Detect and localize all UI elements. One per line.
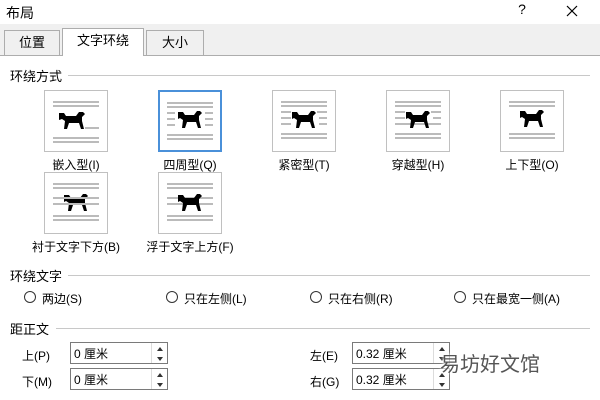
distance-right-label: 右(G) bbox=[310, 375, 340, 389]
title-bar: 布局 ? bbox=[0, 0, 600, 24]
distance-left-spinner bbox=[352, 342, 450, 364]
distance-bottom-spinner bbox=[70, 368, 168, 390]
radio-circle bbox=[454, 291, 466, 303]
distance-bottom-label: 下(M) bbox=[22, 375, 52, 389]
tab-text-wrapping[interactable]: 文字环绕 bbox=[62, 28, 144, 56]
wrap-behind-preview bbox=[44, 172, 108, 234]
distance-bottom-input[interactable] bbox=[71, 369, 151, 389]
wrap-option-top-bottom[interactable]: 上下型(O) bbox=[482, 90, 582, 172]
arrow-down-icon bbox=[157, 357, 163, 361]
close-icon bbox=[566, 5, 578, 17]
wrap-option-through[interactable]: 穿越型(H) bbox=[368, 90, 468, 172]
close-button[interactable] bbox=[560, 0, 584, 22]
dog-in-front-icon bbox=[167, 183, 213, 221]
distance-bottom-decrement[interactable] bbox=[152, 379, 168, 389]
radio-circle bbox=[24, 291, 36, 303]
distance-left-label: 左(E) bbox=[310, 349, 338, 363]
arrow-down-icon bbox=[157, 383, 163, 387]
wrap-tight-preview bbox=[272, 90, 336, 152]
divider bbox=[56, 328, 590, 329]
distance-heading: 距正文 bbox=[10, 322, 50, 337]
tab-size[interactable]: 大小 bbox=[146, 30, 204, 56]
distance-top-decrement[interactable] bbox=[152, 353, 168, 363]
divider bbox=[68, 275, 590, 276]
wrap-option-tight[interactable]: 紧密型(T) bbox=[254, 90, 354, 172]
radio-both-sides-label: 两边(S) bbox=[42, 292, 82, 306]
tab-strip: 位置 文字环绕 大小 bbox=[0, 28, 600, 56]
wrap-square-preview bbox=[158, 90, 222, 152]
wrap-tight-label: 紧密型(T) bbox=[278, 158, 330, 172]
distance-bottom-increment[interactable] bbox=[152, 369, 168, 379]
dog-top-bottom-icon bbox=[509, 101, 555, 139]
tab-position[interactable]: 位置 bbox=[4, 30, 60, 56]
distance-top-spinner bbox=[70, 342, 168, 364]
dog-square-icon bbox=[167, 102, 213, 140]
wrap-style-heading: 环绕方式 bbox=[10, 69, 63, 84]
dog-through-icon bbox=[395, 101, 441, 139]
distance-right-spinner bbox=[352, 368, 450, 390]
wrap-option-square[interactable]: 四周型(Q) bbox=[140, 90, 240, 172]
dog-tight-icon bbox=[281, 101, 327, 139]
radio-left-only-label: 只在左侧(L) bbox=[184, 292, 247, 306]
wrap-top-bottom-label: 上下型(O) bbox=[505, 158, 559, 172]
radio-circle bbox=[166, 291, 178, 303]
distance-right-input[interactable] bbox=[353, 369, 433, 389]
wrap-option-inline[interactable]: 嵌入型(I) bbox=[26, 90, 126, 172]
watermark: 易坊好文馆 bbox=[440, 352, 540, 376]
distance-left-input[interactable] bbox=[353, 343, 433, 363]
dog-inline-icon bbox=[53, 101, 99, 143]
wrap-inline-label: 嵌入型(I) bbox=[52, 158, 100, 172]
spinner-arrows bbox=[151, 369, 167, 389]
distance-top-input[interactable] bbox=[71, 343, 151, 363]
wrap-text-heading: 环绕文字 bbox=[10, 269, 63, 284]
wrap-option-behind-text[interactable]: 衬于文字下方(B) bbox=[26, 172, 126, 254]
radio-largest-side-label: 只在最宽一侧(A) bbox=[472, 292, 560, 306]
distance-top-increment[interactable] bbox=[152, 343, 168, 353]
wrap-through-preview bbox=[386, 90, 450, 152]
help-button[interactable]: ? bbox=[512, 1, 532, 21]
dog-behind-text-icon bbox=[53, 183, 99, 221]
wrap-top-bottom-preview bbox=[500, 90, 564, 152]
spinner-arrows bbox=[151, 343, 167, 363]
distance-top-label: 上(P) bbox=[22, 349, 50, 363]
wrap-inline-preview bbox=[44, 90, 108, 152]
radio-right-only-label: 只在右侧(R) bbox=[328, 292, 393, 306]
wrap-square-label: 四周型(Q) bbox=[163, 158, 217, 172]
wrap-in-front-label: 浮于文字上方(F) bbox=[146, 240, 234, 254]
divider bbox=[68, 75, 590, 76]
radio-circle bbox=[310, 291, 322, 303]
wrap-text-options: 两边(S) 只在左侧(L) 只在右侧(R) 只在最宽一侧(A) bbox=[0, 290, 600, 306]
wrap-in-front-preview bbox=[158, 172, 222, 234]
wrap-option-in-front-of-text[interactable]: 浮于文字上方(F) bbox=[140, 172, 240, 254]
wrap-behind-label: 衬于文字下方(B) bbox=[32, 240, 120, 254]
dialog-title: 布局 bbox=[6, 5, 34, 21]
wrap-through-label: 穿越型(H) bbox=[391, 158, 445, 172]
